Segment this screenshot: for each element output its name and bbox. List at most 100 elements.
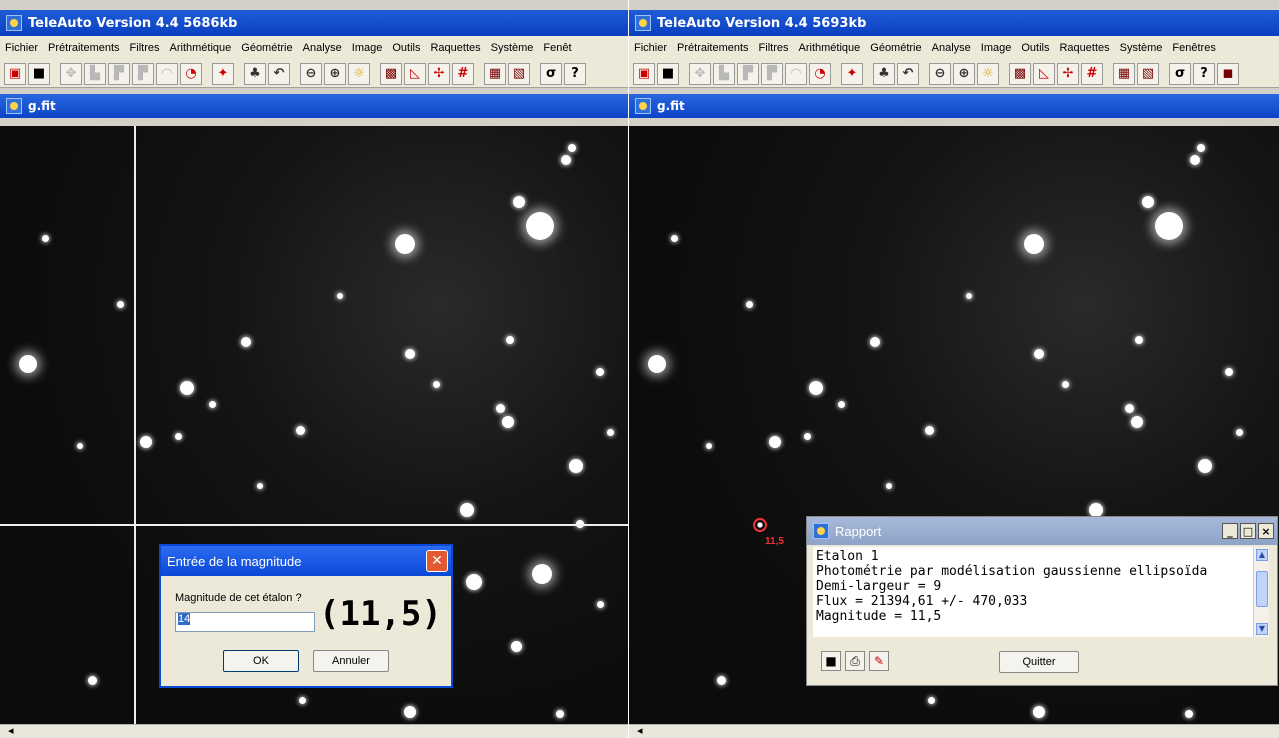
menu-arithmetique[interactable]: Arithmétique [165, 42, 237, 54]
hash-icon[interactable]: # [452, 62, 474, 85]
menu-filtres[interactable]: Filtres [754, 42, 794, 54]
export-icon[interactable]: ✎ [869, 651, 889, 671]
image-icon [6, 98, 22, 114]
palette-icon[interactable]: ▧ [1137, 62, 1159, 85]
sigma-icon[interactable]: σ [540, 62, 562, 85]
star [502, 416, 514, 428]
triangle-icon[interactable]: ◺ [404, 62, 426, 85]
rapport-text[interactable]: Etalon 1 Photométrie par modélisation gau… [813, 547, 1253, 637]
report-line: Magnitude = 11,5 [816, 609, 942, 624]
quit-button[interactable]: Quitter [999, 651, 1079, 673]
target-icon[interactable]: ✦ [212, 62, 234, 85]
blank-icon[interactable]: ▛ [132, 62, 154, 85]
save-icon[interactable]: ■ [821, 651, 841, 671]
menu-arithmetique[interactable]: Arithmétique [794, 42, 866, 54]
triangle-icon[interactable]: ◺ [1033, 62, 1055, 85]
zoom-in-icon[interactable]: ⊕ [324, 62, 346, 85]
blank-icon[interactable]: ▛ [761, 62, 783, 85]
left-menubar: Fichier Prétraitements Filtres Arithméti… [0, 36, 628, 60]
open-icon[interactable]: ▣ [633, 62, 655, 85]
star [460, 503, 474, 517]
tree-icon[interactable]: ♣ [873, 62, 895, 85]
close-icon[interactable]: ✕ [426, 550, 448, 572]
scroll-down-icon[interactable]: ▼ [1256, 623, 1268, 635]
cross-icon[interactable]: ✢ [1057, 62, 1079, 85]
zoom-out-icon[interactable]: ⊖ [929, 62, 951, 85]
stop-icon[interactable]: ◼ [1217, 62, 1239, 85]
move-icon[interactable]: ✥ [689, 62, 711, 85]
menu-analyse[interactable]: Analyse [927, 42, 976, 54]
open-icon[interactable]: ▣ [4, 62, 26, 85]
zoom-out-icon[interactable]: ⊖ [300, 62, 322, 85]
save-icon[interactable]: ■ [28, 62, 50, 85]
menu-fichier[interactable]: Fichier [0, 42, 43, 54]
move-icon[interactable]: ✥ [60, 62, 82, 85]
close-icon[interactable]: × [1258, 523, 1274, 539]
grid-icon[interactable]: ▦ [484, 62, 506, 85]
grid-icon[interactable]: ▦ [1113, 62, 1135, 85]
maximize-icon[interactable]: □ [1240, 523, 1256, 539]
rapport-scrollbar[interactable]: ▲ ▼ [1253, 547, 1269, 637]
target-icon[interactable]: ✦ [841, 62, 863, 85]
palette-icon[interactable]: ▧ [508, 62, 530, 85]
star [116, 300, 124, 308]
star [803, 432, 811, 440]
blank-icon[interactable]: ▛ [108, 62, 130, 85]
film-icon[interactable]: ▩ [1009, 62, 1031, 85]
menu-geometrie[interactable]: Géométrie [236, 42, 297, 54]
menu-fenetres[interactable]: Fenêt [538, 42, 576, 54]
clock-icon[interactable]: ◔ [809, 62, 831, 85]
report-line: Etalon 1 [816, 549, 879, 564]
minimize-icon[interactable]: _ [1222, 523, 1238, 539]
left-horizontal-scrollbar[interactable] [0, 724, 628, 738]
cross-icon[interactable]: ✢ [428, 62, 450, 85]
menu-raquettes[interactable]: Raquettes [425, 42, 485, 54]
star [556, 710, 564, 718]
undo-icon[interactable]: ↶ [268, 62, 290, 85]
menu-geometrie[interactable]: Géométrie [865, 42, 926, 54]
dome-icon[interactable]: ◠ [156, 62, 178, 85]
menu-image[interactable]: Image [976, 42, 1017, 54]
save-icon[interactable]: ■ [657, 62, 679, 85]
menu-pretraitements[interactable]: Prétraitements [672, 42, 754, 54]
sun-icon[interactable]: ☼ [348, 62, 370, 85]
menu-analyse[interactable]: Analyse [298, 42, 347, 54]
menu-image[interactable]: Image [347, 42, 388, 54]
scroll-thumb[interactable] [1256, 571, 1268, 607]
star [568, 144, 576, 152]
blank-icon[interactable]: ▛ [737, 62, 759, 85]
undo-icon[interactable]: ↶ [897, 62, 919, 85]
left-window-title: TeleAuto Version 4.4 5686kb [28, 15, 238, 31]
menu-fichier[interactable]: Fichier [629, 42, 672, 54]
star [432, 380, 440, 388]
help-icon[interactable]: ? [564, 62, 586, 85]
ok-button[interactable]: OK [223, 650, 299, 672]
sun-icon[interactable]: ☼ [977, 62, 999, 85]
bars-icon[interactable]: ▙ [713, 62, 735, 85]
film-icon[interactable]: ▩ [380, 62, 402, 85]
tree-icon[interactable]: ♣ [244, 62, 266, 85]
menu-systeme[interactable]: Système [1115, 42, 1168, 54]
menu-filtres[interactable]: Filtres [125, 42, 165, 54]
menu-outils[interactable]: Outils [1016, 42, 1054, 54]
menu-pretraitements[interactable]: Prétraitements [43, 42, 125, 54]
right-horizontal-scrollbar[interactable] [629, 724, 1279, 738]
sigma-icon[interactable]: σ [1169, 62, 1191, 85]
clock-icon[interactable]: ◔ [180, 62, 202, 85]
hash-icon[interactable]: # [1081, 62, 1103, 85]
star [670, 234, 678, 242]
menu-systeme[interactable]: Système [486, 42, 539, 54]
rapport-actions: ■ ⎙ ✎ [821, 651, 889, 671]
help-icon[interactable]: ? [1193, 62, 1215, 85]
magnitude-input[interactable]: 14 [175, 612, 315, 632]
menu-raquettes[interactable]: Raquettes [1054, 42, 1114, 54]
menu-fenetres[interactable]: Fenêtres [1167, 42, 1220, 54]
zoom-in-icon[interactable]: ⊕ [953, 62, 975, 85]
star [1024, 234, 1044, 254]
cancel-button[interactable]: Annuler [313, 650, 389, 672]
menu-outils[interactable]: Outils [387, 42, 425, 54]
scroll-up-icon[interactable]: ▲ [1256, 549, 1268, 561]
dome-icon[interactable]: ◠ [785, 62, 807, 85]
print-icon[interactable]: ⎙ [845, 651, 865, 671]
bars-icon[interactable]: ▙ [84, 62, 106, 85]
